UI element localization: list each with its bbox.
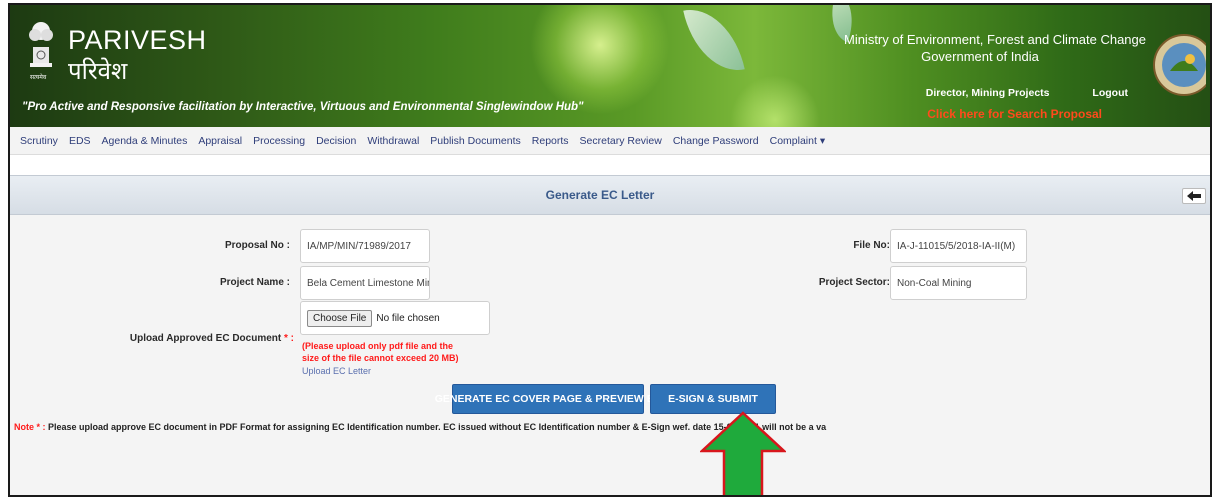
- file-upload-input[interactable]: Choose File No file chosen: [300, 301, 490, 335]
- upload-ec-letter-link[interactable]: Upload EC Letter: [302, 366, 371, 376]
- project-sector-label: Project Sector:: [818, 277, 890, 288]
- svg-text:सत्यमेव: सत्यमेव: [30, 73, 47, 81]
- nav-item-withdrawal[interactable]: Withdrawal: [367, 135, 419, 147]
- file-no-label: File No:: [853, 240, 890, 251]
- user-row: Director, Mining Projects Logout: [926, 87, 1128, 99]
- ec-letter-form: Proposal No : IA/MP/MIN/71989/2017 Proje…: [10, 215, 1210, 495]
- project-name-label: Project Name :: [219, 277, 290, 288]
- generate-ec-cover-button[interactable]: GENERATE EC COVER PAGE & PREVIEW EC: [435, 384, 661, 414]
- leaf-decoration: [683, 5, 745, 80]
- logo-text-english: PARIVESH: [68, 25, 207, 55]
- nav-item-scrutiny[interactable]: Scrutiny: [20, 135, 58, 147]
- nav-item-reports[interactable]: Reports: [532, 135, 569, 147]
- back-arrow-icon: [1187, 191, 1201, 201]
- page-title-bar: Generate EC Letter: [10, 175, 1210, 215]
- ministry-seal-icon: [1153, 34, 1206, 96]
- file-no-field[interactable]: IA-J-11015/5/2018-IA-II(M): [890, 229, 1027, 263]
- proposal-no-field[interactable]: IA/MP/MIN/71989/2017: [300, 229, 430, 263]
- project-sector-field[interactable]: Non-Coal Mining: [890, 266, 1027, 300]
- government-name: Government of India: [921, 49, 1039, 64]
- nav-item-complaint[interactable]: Complaint ▾: [770, 135, 825, 147]
- logo-text-hindi: परिवेश: [68, 58, 128, 85]
- nav-item-publish-documents[interactable]: Publish Documents: [430, 135, 520, 147]
- ministry-name: Ministry of Environment, Forest and Clim…: [843, 32, 1146, 47]
- site-header: सत्यमेव PARIVESH परिवेश "Pro Active and …: [10, 5, 1210, 127]
- green-up-arrow-icon: [700, 411, 786, 495]
- nav-item-agenda-minutes[interactable]: Agenda & Minutes: [102, 135, 188, 147]
- browser-frame: सत्यमेव PARIVESH परिवेश "Pro Active and …: [8, 3, 1212, 497]
- header-glow-small: [730, 75, 820, 127]
- page-title: Generate EC Letter: [545, 188, 655, 202]
- project-name-field[interactable]: Bela Cement Limestone Mine 02 (: [300, 266, 430, 300]
- nav-item-decision[interactable]: Decision: [316, 135, 356, 147]
- required-marker: * :: [284, 333, 294, 344]
- choose-file-button[interactable]: Choose File: [307, 309, 373, 327]
- upload-ec-label: Upload Approved EC Document * :: [110, 333, 294, 344]
- back-button[interactable]: [1182, 188, 1206, 204]
- main-nav: Scrutiny EDS Agenda & Minutes Appraisal …: [10, 127, 1210, 155]
- logout-link[interactable]: Logout: [1092, 87, 1128, 99]
- upload-warning: (Please upload only pdf file and the siz…: [302, 341, 459, 363]
- site-tagline: "Pro Active and Responsive facilitation …: [22, 101, 584, 113]
- national-emblem-icon: सत्यमेव: [29, 22, 53, 81]
- nav-item-change-password[interactable]: Change Password: [673, 135, 759, 147]
- esign-submit-button[interactable]: E-SIGN & SUBMIT: [650, 384, 776, 414]
- search-proposal-link[interactable]: Click here for Search Proposal: [927, 107, 1102, 121]
- nav-item-eds[interactable]: EDS: [69, 135, 91, 147]
- nav-item-processing[interactable]: Processing: [253, 135, 305, 147]
- file-status: No file chosen: [376, 312, 440, 324]
- ministry-block: Ministry of Environment, Forest and Clim…: [844, 31, 1146, 65]
- note-prefix: Note * :: [14, 422, 46, 432]
- upload-ec-label-text: Upload Approved EC Document: [129, 333, 282, 344]
- header-glow: [530, 5, 670, 115]
- proposal-no-label: Proposal No :: [224, 240, 290, 251]
- nav-item-appraisal[interactable]: Appraisal: [198, 135, 242, 147]
- nav-item-secretary-review[interactable]: Secretary Review: [580, 135, 662, 147]
- user-role: Director, Mining Projects: [925, 87, 1050, 99]
